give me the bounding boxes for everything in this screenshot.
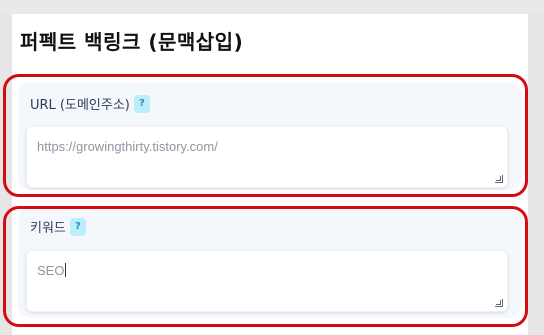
page-title: 퍼펙트 백링크 (문맥삽입)	[20, 30, 244, 54]
backlink-form-screen: 퍼펙트 백링크 (문맥삽입) URL (도메인주소) ? https://gro…	[0, 0, 544, 335]
highlight-ring-keyword	[3, 206, 528, 327]
highlight-ring-url	[3, 74, 528, 197]
top-strip	[0, 0, 544, 14]
